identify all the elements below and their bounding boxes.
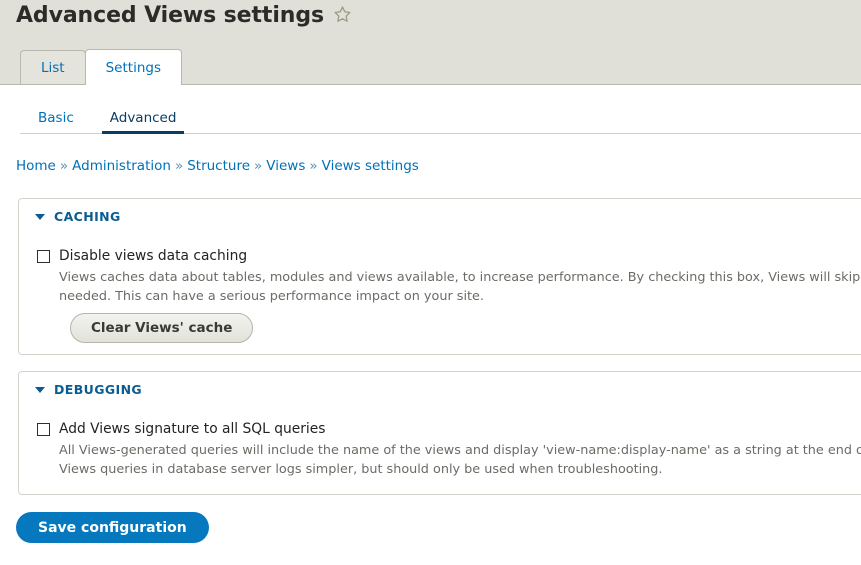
tab-list-label: List [41,59,65,76]
clear-views-cache-button-label: Clear Views' cache [91,320,233,336]
fieldset-caching-legend[interactable]: CACHING [35,209,121,224]
checkbox-label-add-views-signature[interactable]: Add Views signature to all SQL queries [59,421,325,437]
star-outline-icon[interactable] [333,5,352,28]
fieldset-caching-legend-label: CACHING [54,209,121,224]
save-configuration-button-label: Save configuration [38,519,187,536]
fieldset-caching: CACHING Disable views data caching Views… [18,198,861,355]
page-header: Advanced Views settings List Settings [0,0,861,85]
subtab-basic[interactable]: Basic [20,109,92,134]
checkbox-label-disable-views-data-caching[interactable]: Disable views data caching [59,248,247,264]
form-item-add-views-signature: Add Views signature to all SQL queries A… [37,421,861,479]
breadcrumb-separator: » [309,158,318,174]
breadcrumb-separator: » [174,158,184,174]
page-root: Advanced Views settings List Settings Ba… [0,0,861,565]
breadcrumb-separator: » [59,158,69,174]
fieldset-debugging: DEBUGGING Add Views signature to all SQL… [18,371,861,495]
form-item-disable-views-data-caching: Disable views data caching Views caches … [37,248,861,306]
page-title-row: Advanced Views settings [16,2,352,28]
breadcrumb-item-home[interactable]: Home [16,158,56,174]
checkbox-row-add-views-signature: Add Views signature to all SQL queries [37,421,861,437]
secondary-tabs: Basic Advanced [20,100,861,134]
primary-tabs: List Settings [20,49,182,85]
page-title: Advanced Views settings [16,2,324,28]
subtab-advanced[interactable]: Advanced [92,109,195,134]
breadcrumb-item-administration[interactable]: Administration [72,158,171,174]
tab-list[interactable]: List [20,50,86,84]
fieldset-debugging-legend-label: DEBUGGING [54,382,143,397]
breadcrumb-separator: » [254,158,263,174]
chevron-down-icon [35,386,45,393]
description-add-views-signature: All Views-generated queries will include… [59,443,861,477]
subtab-advanced-label: Advanced [109,109,177,126]
tab-settings[interactable]: Settings [84,49,182,85]
breadcrumb-item-views[interactable]: Views [266,158,305,174]
fieldset-debugging-legend[interactable]: DEBUGGING [35,382,142,397]
tab-settings-label: Settings [105,59,161,76]
breadcrumb-item-views-settings[interactable]: Views settings [322,158,419,174]
save-configuration-button[interactable]: Save configuration [16,512,209,543]
checkbox-row-disable-views-data-caching: Disable views data caching [37,248,861,264]
checkbox-add-views-signature[interactable] [37,422,50,436]
clear-views-cache-button[interactable]: Clear Views' cache [70,313,254,343]
breadcrumb-item-structure[interactable]: Structure [187,158,250,174]
description-disable-views-data-caching: Views caches data about tables, modules … [59,270,861,304]
chevron-down-icon [35,213,45,220]
checkbox-disable-views-data-caching[interactable] [37,249,50,263]
subtab-basic-label: Basic [38,109,74,126]
breadcrumb: Home» Administration» Structure» Views» View… [16,158,419,174]
